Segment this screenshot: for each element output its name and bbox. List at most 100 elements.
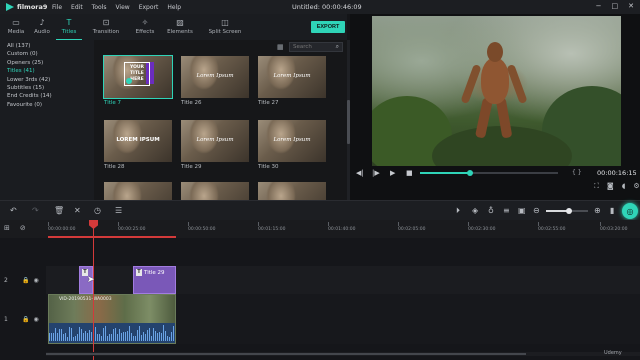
waveform-bar <box>167 336 168 341</box>
search-icon[interactable]: ⌕ <box>336 43 339 51</box>
volume-icon[interactable]: ◖ <box>622 182 626 191</box>
tab-transition[interactable]: ⊡ Transition <box>82 14 130 40</box>
tab-elements[interactable]: ▨ Elements <box>160 14 200 40</box>
timeline-zoom-slider[interactable] <box>546 208 588 214</box>
video-clip[interactable]: VID-20190531-WA0003 <box>48 294 176 344</box>
playback-progress[interactable] <box>420 170 558 176</box>
redo-icon[interactable]: ↷ <box>32 206 39 215</box>
play-pause-icon[interactable]: |▶ <box>372 169 380 177</box>
menu-help[interactable]: Help <box>167 4 181 11</box>
adjust-icon[interactable]: ☰ <box>115 206 122 215</box>
title-tile-partial[interactable] <box>258 182 326 200</box>
scrollbar-thumb[interactable] <box>46 353 526 355</box>
title-tile-7[interactable]: YOUR TITLE HERE <box>103 55 173 99</box>
waveform-bar <box>83 333 84 341</box>
category-lower-thirds[interactable]: Lower 3rds (42) <box>7 76 94 84</box>
marker-icon[interactable]: ◈ <box>472 206 478 215</box>
menu-view[interactable]: View <box>115 4 129 11</box>
close-button[interactable]: ✕ <box>628 2 634 10</box>
maximize-button[interactable]: □ <box>612 2 619 10</box>
play-icon[interactable]: ▶ <box>390 169 395 177</box>
previous-frame-icon[interactable]: ◀| <box>356 169 364 177</box>
playhead[interactable] <box>93 220 94 360</box>
voiceover-icon[interactable]: ≡ <box>503 206 510 215</box>
waveform-bar <box>153 327 154 341</box>
search-box[interactable]: ⌕ <box>289 42 343 52</box>
ruler-tick: 00:02:30:00 <box>468 222 496 232</box>
waveform-bar <box>97 333 98 341</box>
video-track-header: 1 🔒 ◉ <box>0 305 46 333</box>
search-input[interactable] <box>293 44 333 50</box>
title-clip-29[interactable]: T Title 29 <box>133 266 176 294</box>
title-tile-26[interactable]: Lorem Ipsum <box>181 56 249 98</box>
waveform-bar <box>117 334 118 341</box>
settings-icon[interactable]: ⚙ <box>633 182 639 191</box>
zoom-out-icon[interactable]: ⊖ <box>533 206 540 215</box>
title-tile-30[interactable]: Lorem Ipsum <box>258 120 326 162</box>
tile-preview-text: LOREM IPSUM <box>116 137 160 143</box>
menu-export[interactable]: Export <box>139 4 159 11</box>
snapshot-icon[interactable]: ◙ <box>607 182 614 191</box>
tab-split-screen[interactable]: ◫ Split Screen <box>200 14 250 40</box>
title-tile-29[interactable]: Lorem Ipsum <box>181 120 249 162</box>
category-titles[interactable]: Titles (41) <box>7 67 94 75</box>
menu-file[interactable]: File <box>52 4 62 11</box>
ruler-tick: 00:02:55:00 <box>538 222 566 232</box>
undo-icon[interactable]: ↶ <box>10 206 17 215</box>
add-track-icon[interactable]: ⊞ <box>4 224 10 232</box>
record-button[interactable]: ◎ <box>622 203 638 219</box>
tab-media[interactable]: ▭ Media <box>4 14 28 40</box>
title-tile-27[interactable]: Lorem Ipsum <box>258 56 326 98</box>
tab-audio[interactable]: ♪ Audio <box>28 14 56 40</box>
grid-view-icon[interactable]: ▦ <box>277 43 284 51</box>
title-tile-28[interactable]: LOREM IPSUM <box>104 120 172 162</box>
lock-icon[interactable]: 🔒 <box>22 277 29 284</box>
snap-icon[interactable]: ▣ <box>518 206 526 215</box>
menu-tools[interactable]: Tools <box>92 4 107 11</box>
timeline-scrollbar[interactable] <box>46 352 640 356</box>
title-bar: filmora9 File Edit Tools View Export Hel… <box>0 0 640 14</box>
download-icon[interactable] <box>126 78 132 84</box>
eye-icon[interactable]: ◉ <box>33 277 38 284</box>
delete-icon[interactable]: 🗑 <box>54 206 64 215</box>
fullscreen-icon[interactable]: ⛶ <box>594 182 599 191</box>
fit-icon[interactable]: ▮ <box>610 206 614 215</box>
text-icon: T <box>66 17 72 27</box>
track-number: 2 <box>4 276 8 284</box>
waveform-bar <box>159 332 160 341</box>
mark-in-out-icon[interactable]: { } <box>572 169 582 176</box>
minimize-button[interactable]: − <box>596 2 602 10</box>
microphone-icon[interactable]: ♁ <box>488 206 494 215</box>
filmora-logo-icon <box>6 3 14 11</box>
link-icon[interactable]: ⊘ <box>20 224 26 232</box>
category-favourite[interactable]: Favourite (0) <box>7 101 94 109</box>
category-openers[interactable]: Openers (25) <box>7 59 94 67</box>
zoom-knob[interactable] <box>566 208 573 214</box>
category-subtitles[interactable]: Subtitles (15) <box>7 84 94 92</box>
stop-icon[interactable]: ■ <box>406 169 413 177</box>
waveform-bar <box>161 333 162 341</box>
speed-icon[interactable]: ◷ <box>94 206 101 215</box>
progress-knob[interactable] <box>466 170 473 176</box>
export-button[interactable]: EXPORT <box>311 21 345 33</box>
category-custom[interactable]: Custom (0) <box>7 50 94 58</box>
waveform-bar <box>81 329 82 341</box>
preview-panel: ◀| |▶ ▶ ■ { } 00:00:16:15 ⛶ ◙ ◖ ⚙ <box>350 14 640 200</box>
preview-tools: ⛶ ◙ ◖ ⚙ <box>594 182 640 191</box>
lock-icon[interactable]: 🔒 <box>22 316 29 323</box>
zoom-in-icon[interactable]: ⊕ <box>594 206 601 215</box>
watermark-text: Udemy <box>604 350 622 356</box>
menu-edit[interactable]: Edit <box>71 4 83 11</box>
waveform-bar <box>131 332 132 341</box>
cut-icon[interactable]: ✕ <box>74 206 81 215</box>
tab-titles[interactable]: T Titles <box>56 14 82 40</box>
category-end-credits[interactable]: End Credits (14) <box>7 92 94 100</box>
render-icon[interactable]: ⏵ <box>456 206 460 216</box>
tab-effects[interactable]: ✧ Effects <box>130 14 160 40</box>
target-icon: ◎ <box>626 206 634 216</box>
title-tile-partial[interactable] <box>104 182 172 200</box>
eye-icon[interactable]: ◉ <box>33 316 38 323</box>
title-tile-partial[interactable] <box>181 182 249 200</box>
waveform-bar <box>89 329 90 341</box>
category-all[interactable]: All (137) <box>7 42 94 50</box>
